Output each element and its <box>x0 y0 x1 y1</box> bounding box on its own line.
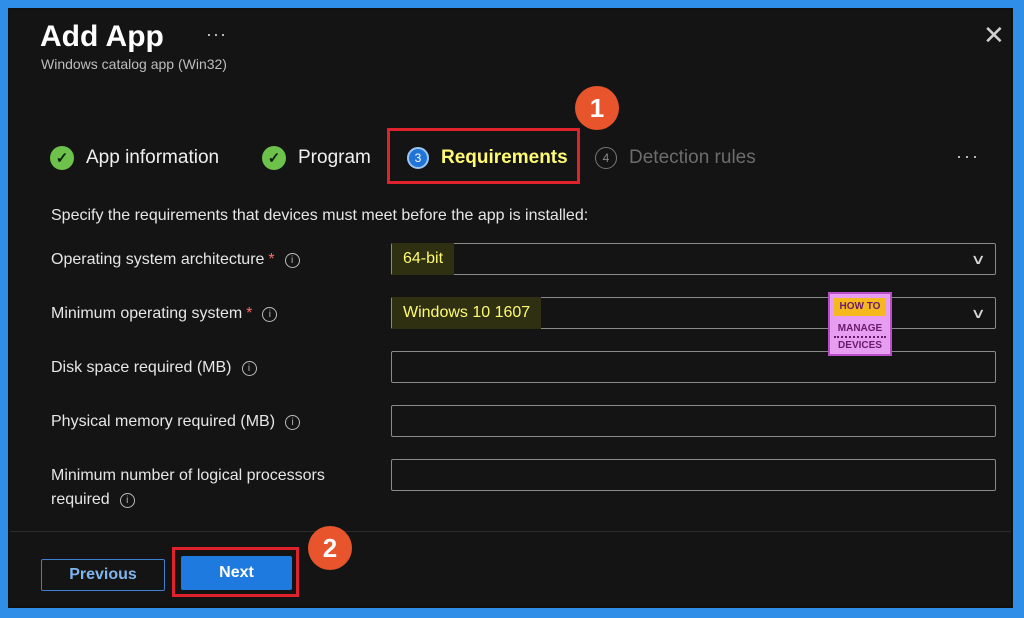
logical-processors-input[interactable] <box>391 459 996 491</box>
physical-memory-label-text: Physical memory required (MB) <box>51 413 276 430</box>
min-os-label-text: Minimum operating system <box>51 305 243 322</box>
os-architecture-dropdown[interactable]: 64-bit ∨ <box>391 243 996 275</box>
disk-space-label-text: Disk space required (MB) <box>51 359 232 376</box>
info-icon[interactable]: i <box>284 253 300 268</box>
how-to-manage-devices-logo: HOW TO MANAGE DEVICES <box>828 292 892 356</box>
disk-space-label: Disk space required (MB) i <box>51 356 257 380</box>
tab-label: Program <box>298 147 371 168</box>
os-architecture-label: Operating system architecture * i <box>51 248 300 272</box>
tab-app-information[interactable]: ✓ App information <box>50 138 219 178</box>
close-icon[interactable]: ✕ <box>983 20 1005 51</box>
min-os-value: Windows 10 1607 <box>392 297 542 329</box>
chevron-down-icon: ∨ <box>970 305 986 321</box>
disk-space-input[interactable] <box>391 351 996 383</box>
add-app-dialog: Add App ··· Windows catalog app (Win32) … <box>8 8 1013 608</box>
info-icon[interactable]: i <box>119 493 135 508</box>
annotation-badge-1: 1 <box>575 86 619 130</box>
step-number-icon: 4 <box>595 147 617 169</box>
tab-program[interactable]: ✓ Program <box>262 138 371 178</box>
physical-memory-input[interactable] <box>391 405 996 437</box>
required-asterisk: * <box>268 251 275 268</box>
tab-detection-rules[interactable]: 4 Detection rules <box>595 138 756 178</box>
info-icon[interactable]: i <box>285 415 301 430</box>
min-os-label: Minimum operating system * i <box>51 302 278 326</box>
requirements-highlight-box <box>387 128 580 184</box>
logical-processors-label-line2: required <box>51 491 110 508</box>
physical-memory-label: Physical memory required (MB) i <box>51 410 301 434</box>
more-steps-icon[interactable]: ··· <box>956 146 980 167</box>
info-icon[interactable]: i <box>262 307 278 322</box>
annotation-badge-2: 2 <box>308 526 352 570</box>
logo-line-1: HOW TO <box>834 298 886 316</box>
dialog-title: Add App <box>40 20 164 53</box>
min-os-dropdown[interactable]: Windows 10 1607 ∨ <box>391 297 996 329</box>
tab-label: Detection rules <box>629 147 756 168</box>
more-options-icon[interactable]: ··· <box>206 24 227 45</box>
footer-divider <box>10 531 1011 532</box>
required-asterisk: * <box>246 305 253 322</box>
os-architecture-value: 64-bit <box>392 243 455 275</box>
dialog-subtitle: Windows catalog app (Win32) <box>41 56 227 72</box>
logo-line-3: DEVICES <box>838 340 882 351</box>
check-icon: ✓ <box>50 146 74 170</box>
tab-label: App information <box>86 147 220 168</box>
chevron-down-icon: ∨ <box>970 251 986 267</box>
requirements-intro: Specify the requirements that devices mu… <box>51 207 589 224</box>
logical-processors-label-line1: Minimum number of logical processors <box>51 467 325 484</box>
logical-processors-label: Minimum number of logical processors req… <box>51 464 325 512</box>
info-icon[interactable]: i <box>241 361 257 376</box>
check-icon: ✓ <box>262 146 286 170</box>
os-architecture-label-text: Operating system architecture <box>51 251 265 268</box>
logo-line-2: MANAGE <box>834 322 886 338</box>
previous-button[interactable]: Previous <box>41 559 165 591</box>
next-highlight-box <box>172 547 299 597</box>
